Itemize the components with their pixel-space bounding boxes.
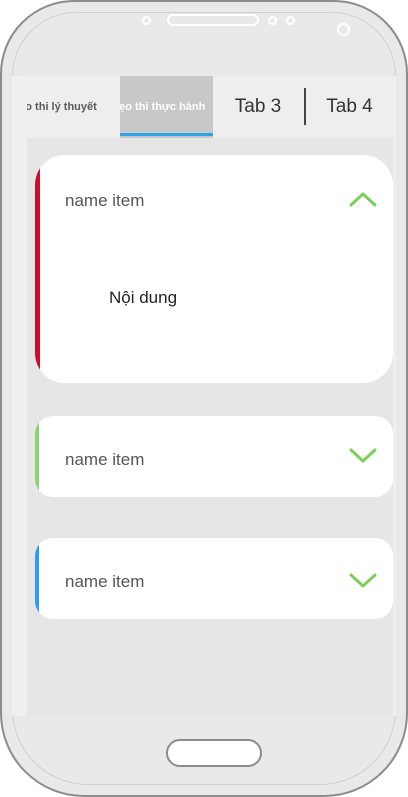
speaker-grille (167, 14, 259, 26)
card-accent-bar (35, 538, 39, 619)
sensor-dot (142, 16, 151, 25)
tab-4[interactable]: Tab 4 (306, 76, 393, 138)
sensor-dot (286, 16, 295, 25)
sensor-dot (268, 16, 277, 25)
item-content: Nội dung (109, 288, 178, 307)
accordion-item[interactable]: name item (35, 416, 393, 497)
tab-label: Tab 4 (326, 96, 373, 117)
active-tab-indicator (120, 133, 213, 136)
tab-label: Mẹo thi lý thuyết (27, 101, 97, 113)
tab-bar: Mẹo thi lý thuyết Mẹo thi thực hành Tab … (27, 76, 393, 138)
tab-meo-thi-thuc-hanh[interactable]: Mẹo thi thực hành (120, 76, 213, 138)
item-title: name item (65, 572, 145, 591)
item-title: name item (65, 450, 145, 469)
accordion-header[interactable]: name item (35, 155, 393, 235)
accordion-item[interactable]: name item (35, 538, 393, 619)
item-title: name item (65, 191, 145, 210)
screen-bezel-left (12, 76, 27, 716)
tab-label: Tab 3 (234, 96, 282, 117)
chevron-up-icon[interactable] (349, 191, 377, 207)
tab-label: Mẹo thi thực hành (120, 101, 206, 113)
card-accent-bar (35, 416, 39, 497)
chevron-down-icon[interactable] (349, 448, 377, 464)
tab-3[interactable]: Tab 3 (213, 76, 303, 138)
chevron-down-icon[interactable] (349, 573, 377, 589)
tab-meo-thi-ly-thuyet[interactable]: Mẹo thi lý thuyết (27, 76, 120, 138)
accordion-item-expanded: name item Nội dung (35, 155, 393, 383)
home-button[interactable] (166, 739, 262, 767)
front-camera (337, 23, 350, 36)
phone-top-bar (0, 0, 408, 76)
screen-bezel-right (393, 76, 396, 716)
app-screen: Mẹo thi lý thuyết Mẹo thi thực hành Tab … (27, 76, 393, 716)
